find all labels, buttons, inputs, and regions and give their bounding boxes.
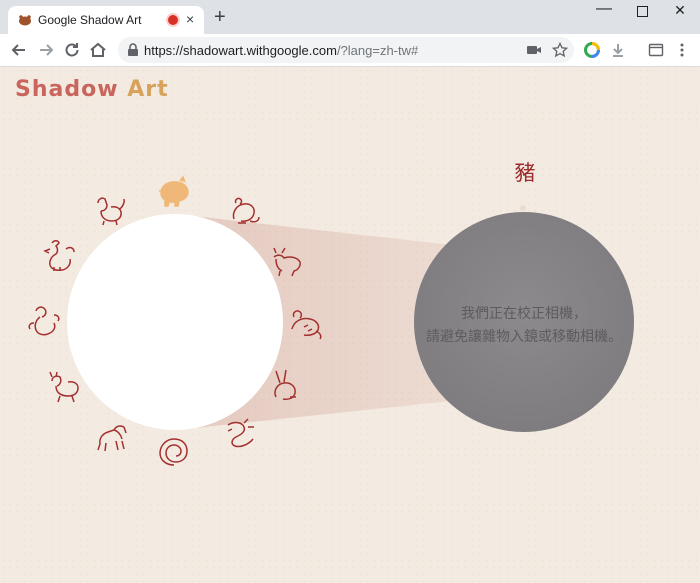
pig-favicon-icon xyxy=(19,15,31,26)
tab-title: Google Shadow Art xyxy=(38,13,142,27)
goat-icon[interactable] xyxy=(46,369,82,405)
url-path: /?lang=zh-tw# xyxy=(336,43,419,58)
reload-icon xyxy=(65,43,79,57)
lock-icon xyxy=(128,43,138,56)
browser-toolbar: https://shadowart.withgoogle.com/?lang=z… xyxy=(0,34,700,67)
minimize-button[interactable]: — xyxy=(584,0,624,18)
maximize-icon xyxy=(636,6,648,17)
back-arrow-icon xyxy=(11,44,25,56)
url-host: https://shadowart.withgoogle.com xyxy=(144,43,337,58)
dog-icon[interactable] xyxy=(90,191,126,227)
rabbit-icon[interactable] xyxy=(268,367,304,403)
rooster-icon[interactable] xyxy=(40,237,76,273)
forward-arrow-icon xyxy=(40,44,54,56)
horse-icon[interactable] xyxy=(94,419,130,455)
monkey-icon[interactable] xyxy=(26,303,62,339)
address-bar[interactable]: https://shadowart.withgoogle.com/?lang=z… xyxy=(118,37,574,63)
menu-kebab-icon[interactable] xyxy=(674,42,690,58)
window-close-button[interactable]: ✕ xyxy=(660,2,700,19)
selection-dot xyxy=(520,205,526,211)
camera-in-use-icon[interactable] xyxy=(526,42,542,58)
home-icon xyxy=(90,42,106,57)
ox-icon[interactable] xyxy=(270,243,306,279)
home-button[interactable] xyxy=(88,40,108,60)
back-button[interactable] xyxy=(9,40,29,60)
forward-button[interactable] xyxy=(36,40,56,60)
download-icon[interactable] xyxy=(610,42,626,58)
bookmark-star-icon[interactable] xyxy=(552,42,568,58)
calibration-line-1: 我們正在校正相機， xyxy=(461,306,587,322)
tiger-icon[interactable] xyxy=(288,305,324,341)
reload-button[interactable] xyxy=(62,40,82,60)
snake-icon[interactable] xyxy=(156,433,192,469)
active-tab[interactable]: Google Shadow Art × xyxy=(8,6,204,34)
shadow-art-page: Shadow Art 我們正在校正相機， 請避免讓雜物入鏡或移動相機。 豬 xyxy=(0,67,700,583)
zodiac-name-label: 豬 xyxy=(514,161,536,185)
shadow-screen-circle xyxy=(67,214,283,430)
new-tab-button[interactable]: + xyxy=(214,7,226,27)
pig-icon[interactable] xyxy=(156,173,192,209)
calibration-line-2: 請避免讓雜物入鏡或移動相機。 xyxy=(426,329,622,345)
tab-close-icon[interactable]: × xyxy=(186,11,194,27)
url-text: https://shadowart.withgoogle.com/?lang=z… xyxy=(144,43,418,58)
recording-indicator-icon xyxy=(168,15,178,25)
calibration-message: 我們正在校正相機， 請避免讓雜物入鏡或移動相機。 xyxy=(398,303,650,349)
extension-colorful-icon[interactable] xyxy=(584,42,600,58)
rat-icon[interactable] xyxy=(226,193,262,229)
dragon-icon[interactable] xyxy=(222,415,258,451)
maximize-button[interactable] xyxy=(622,2,662,20)
tab-strip: Google Shadow Art × + — ✕ xyxy=(0,0,700,34)
extension-window-icon[interactable] xyxy=(648,42,664,58)
